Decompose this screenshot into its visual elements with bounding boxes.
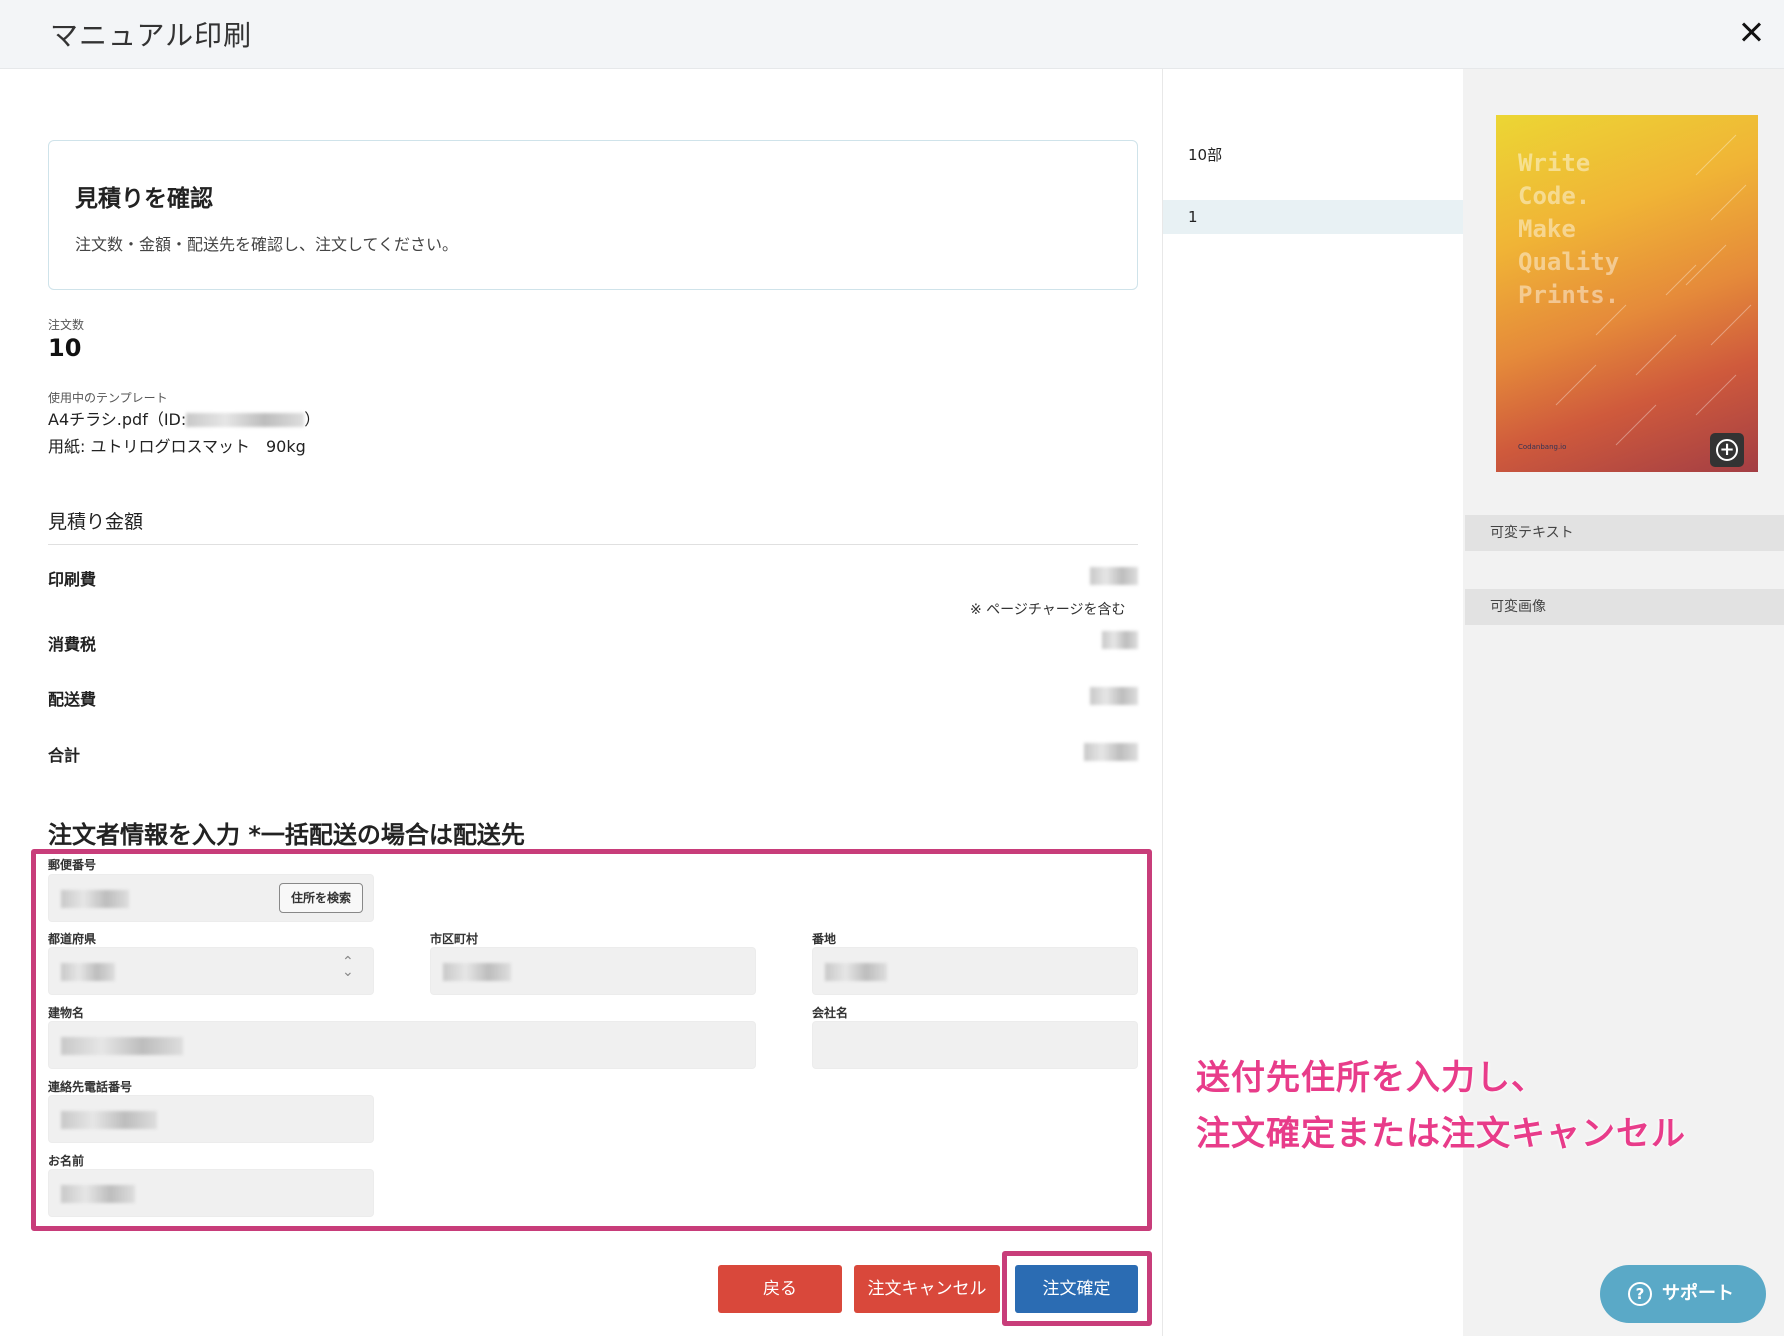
page-list-item[interactable]: 1 [1163, 200, 1463, 234]
confirm-highlight-box [1002, 1251, 1152, 1326]
prefecture-value-redacted [61, 963, 115, 981]
info-card-description: 注文数・金額・配送先を確認し、注文してください。 [75, 235, 459, 254]
phone-input[interactable] [48, 1095, 374, 1143]
prefecture-label: 都道府県 [48, 932, 97, 946]
annotation-line-1: 送付先住所を入力し、 [1196, 1058, 1546, 1098]
select-arrows-icon: ⌃ ⌄ [342, 954, 354, 980]
copies-count: 10部 [1188, 146, 1223, 164]
tax-value-redacted [1102, 631, 1138, 649]
building-input[interactable] [48, 1021, 756, 1069]
city-label: 市区町村 [430, 932, 479, 946]
preview-headline: Write Code. Make Quality Prints. [1518, 149, 1620, 309]
postal-code-label: 郵便番号 [48, 858, 97, 872]
modal-header: マニュアル印刷 [0, 0, 1784, 69]
help-circle-icon: ? [1628, 1282, 1652, 1306]
cancel-order-button[interactable]: 注文キャンセル [854, 1265, 1000, 1313]
tax-label: 消費税 [48, 635, 97, 654]
annotation-line-2: 注文確定または注文キャンセル [1196, 1114, 1686, 1154]
paper-type: 用紙: ユトリログロスマット 90kg [48, 437, 306, 456]
template-name-suffix: ） [304, 410, 321, 429]
city-value-redacted [443, 963, 511, 981]
company-input[interactable] [812, 1021, 1138, 1069]
city-input[interactable] [430, 947, 756, 995]
estimate-divider [48, 544, 1138, 545]
support-label: サポート [1662, 1283, 1734, 1304]
instruction-annotation: 送付先住所を入力し、 注文確定または注文キャンセル [1196, 1050, 1686, 1162]
template-label: 使用中のテンプレート [48, 391, 168, 405]
variable-text-tab[interactable]: 可変テキスト [1465, 515, 1784, 551]
phone-value-redacted [61, 1111, 157, 1129]
template-id-redacted [186, 413, 305, 427]
name-value-redacted [61, 1185, 135, 1203]
phone-label: 連絡先電話番号 [48, 1080, 133, 1094]
preview-brand: Codanbang.io [1518, 443, 1567, 451]
total-value-redacted [1084, 743, 1138, 761]
column-divider [1162, 69, 1163, 1336]
shipping-value-redacted [1090, 687, 1138, 705]
shipping-label: 配送費 [48, 690, 97, 709]
page-number: 1 [1188, 208, 1198, 226]
printing-cost-value-redacted [1090, 567, 1138, 585]
name-input[interactable] [48, 1169, 374, 1217]
company-label: 会社名 [812, 1006, 849, 1020]
template-name-prefix: A4チラシ.pdf（ID: [48, 410, 187, 429]
template-name: A4チラシ.pdf（ID: ） [48, 406, 320, 430]
zoom-in-button[interactable]: + [1710, 433, 1744, 467]
estimate-title: 見積り金額 [48, 511, 144, 533]
total-label: 合計 [48, 746, 81, 765]
name-label: お名前 [48, 1154, 85, 1168]
postal-code-value-redacted [61, 890, 129, 908]
variable-image-tab[interactable]: 可変画像 [1465, 589, 1784, 625]
quantity-label: 注文数 [48, 318, 85, 332]
street-value-redacted [825, 963, 887, 981]
modal-title: マニュアル印刷 [50, 19, 253, 52]
orderer-form-heading: 注文者情報を入力 *一括配送の場合は配送先 [48, 821, 525, 849]
print-preview-thumbnail[interactable]: Write Code. Make Quality Prints. Codanba… [1496, 115, 1758, 472]
info-card-title: 見積りを確認 [75, 186, 213, 212]
close-icon[interactable] [1736, 12, 1766, 52]
support-button[interactable]: ? サポート [1600, 1265, 1766, 1323]
prefecture-select[interactable] [48, 947, 374, 995]
printing-cost-label: 印刷費 [48, 570, 97, 589]
street-input[interactable] [812, 947, 1138, 995]
building-label: 建物名 [48, 1006, 85, 1020]
building-value-redacted [61, 1037, 183, 1055]
info-card: 見積りを確認 注文数・金額・配送先を確認し、注文してください。 [48, 140, 1138, 290]
street-label: 番地 [812, 932, 837, 946]
plus-circle-icon: + [1716, 439, 1738, 461]
search-address-button[interactable]: 住所を検索 [279, 883, 363, 913]
page-charge-note: ※ ページチャージを含む [970, 602, 1126, 618]
quantity-value: 10 [48, 334, 82, 362]
back-button[interactable]: 戻る [718, 1265, 842, 1313]
